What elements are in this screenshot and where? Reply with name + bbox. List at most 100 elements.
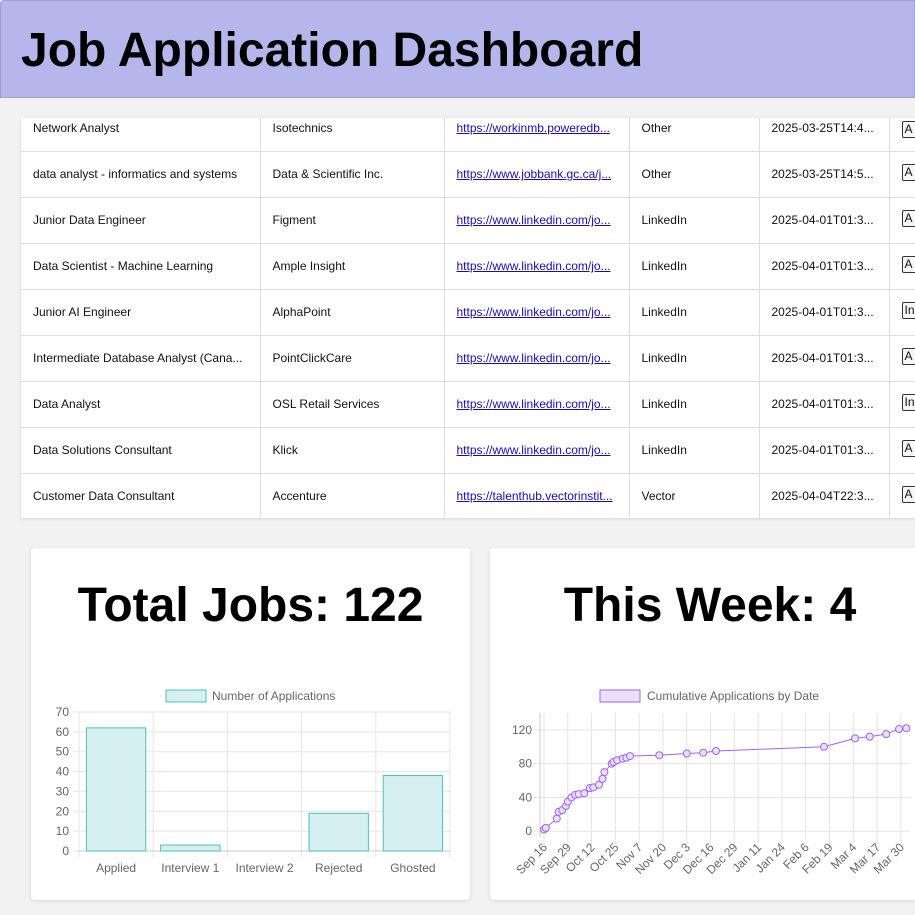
job-title-cell: Junior Data Engineer: [21, 197, 261, 244]
status-cell[interactable]: A: [889, 335, 915, 382]
bar: [308, 812, 369, 852]
dashboard-header: Job Application Dashboard: [0, 0, 915, 98]
job-link-cell[interactable]: https://www.linkedin.com/jo...: [444, 289, 630, 336]
status-cell[interactable]: A: [889, 473, 915, 518]
job-link-cell[interactable]: https://www.linkedin.com/jo...: [444, 243, 630, 290]
applications-table[interactable]: Network Analyst Isotechnics https://workin…: [21, 118, 915, 518]
cumulative-line-chart: 04080120Sep 16Sep 29Oct 12Oct 25Nov 7Nov…: [512, 689, 911, 877]
job-link-cell[interactable]: https://www.linkedin.com/jo...: [444, 197, 630, 244]
legend-label: Number of Applications: [212, 689, 335, 703]
y-tick-label: 30: [56, 784, 70, 798]
job-link[interactable]: https://www.linkedin.com/jo...: [457, 259, 611, 273]
status-cell[interactable]: In: [889, 381, 915, 428]
legend-swatch: [165, 689, 207, 703]
job-source-cell: LinkedIn: [629, 335, 760, 382]
job-source-cell: LinkedIn: [629, 289, 760, 336]
job-link[interactable]: https://www.linkedin.com/jo...: [457, 443, 611, 457]
job-link-cell[interactable]: https://www.linkedin.com/jo...: [444, 335, 630, 382]
status-select[interactable]: In: [901, 302, 915, 319]
job-link[interactable]: https://www.linkedin.com/jo...: [457, 397, 611, 411]
y-tick-label: 0: [62, 844, 69, 858]
y-tick-label: 20: [56, 804, 70, 818]
job-date-cell: 2025-03-25T14:5...: [759, 151, 890, 198]
status-select[interactable]: A: [901, 210, 915, 227]
status-select[interactable]: A: [901, 256, 915, 273]
page-title: Job Application Dashboard: [21, 24, 644, 77]
status-cell[interactable]: In: [889, 289, 915, 336]
data-point: [851, 734, 860, 743]
job-link-cell[interactable]: https://www.linkedin.com/jo...: [444, 427, 630, 474]
status-select[interactable]: A: [901, 121, 915, 138]
data-point: [712, 747, 721, 756]
job-link[interactable]: https://www.linkedin.com/jo...: [457, 351, 611, 365]
job-link[interactable]: https://workinmb.poweredb...: [457, 121, 610, 135]
x-tick-label: Interview 2: [235, 861, 293, 875]
job-title-cell: Customer Data Consultant: [21, 473, 261, 518]
x-tick-label: Rejected: [315, 861, 362, 875]
data-point: [682, 749, 691, 758]
job-link-cell[interactable]: https://workinmb.poweredb...: [444, 118, 630, 152]
job-date-cell: 2025-04-01T01:3...: [759, 427, 890, 474]
table-row[interactable]: Data Analyst OSL Retail Services https://w…: [21, 381, 915, 428]
data-point: [865, 732, 874, 741]
table-row[interactable]: Data Solutions Consultant Klick https://ww…: [21, 427, 915, 474]
bar: [85, 727, 147, 852]
status-cell[interactable]: A: [889, 243, 915, 290]
table-row[interactable]: Junior AI Engineer AlphaPoint https://www.…: [21, 289, 915, 336]
job-title-cell: Network Analyst: [21, 118, 261, 152]
data-point: [626, 752, 635, 761]
job-date-cell: 2025-04-01T01:3...: [759, 381, 890, 428]
job-link-cell[interactable]: https://talenthub.vectorinstit...: [444, 473, 630, 518]
y-tick-label: 60: [56, 725, 70, 739]
table-row[interactable]: Junior Data Engineer Figment https://www.l…: [21, 197, 915, 244]
job-title-cell: Data Analyst: [21, 381, 261, 428]
status-select[interactable]: A: [901, 440, 915, 457]
bar: [160, 844, 221, 852]
table-row[interactable]: data analyst - informatics and systems Da…: [21, 151, 915, 198]
y-tick-label: 120: [512, 723, 532, 737]
job-company-cell: Isotechnics: [260, 118, 445, 152]
job-company-cell: Klick: [260, 427, 445, 474]
y-tick-label: 80: [519, 757, 533, 771]
job-company-cell: Ample Insight: [260, 243, 445, 290]
job-link[interactable]: https://www.jobbank.gc.ca/j...: [457, 167, 612, 181]
status-select[interactable]: In: [901, 394, 915, 411]
status-cell[interactable]: A: [889, 197, 915, 244]
this-week-card: This Week: 4 0 40 80 120 Sep 16 Sep 29 Oct 12 O…: [490, 548, 915, 900]
job-company-cell: Accenture: [260, 473, 445, 518]
job-company-cell: PointClickCare: [260, 335, 445, 382]
table-row[interactable]: Data Scientist - Machine Learning Ample I…: [21, 243, 915, 290]
job-company-cell: Figment: [260, 197, 445, 244]
job-title-cell: Junior AI Engineer: [21, 289, 261, 336]
data-point: [699, 748, 708, 757]
job-source-cell: LinkedIn: [629, 197, 760, 244]
table-row[interactable]: Intermediate Database Analyst (Cana... Po…: [21, 335, 915, 382]
status-cell[interactable]: A: [889, 427, 915, 474]
job-link-cell[interactable]: https://www.linkedin.com/jo...: [444, 381, 630, 428]
status-cell[interactable]: A: [889, 118, 915, 152]
y-tick-label: 40: [56, 765, 70, 779]
job-link[interactable]: https://www.linkedin.com/jo...: [457, 213, 611, 227]
job-source-cell: LinkedIn: [629, 381, 760, 428]
data-point: [580, 789, 589, 798]
table-row[interactable]: Customer Data Consultant Accenture https:/…: [21, 473, 915, 518]
legend-label: Cumulative Applications by Date: [647, 689, 819, 703]
job-link[interactable]: https://www.linkedin.com/jo...: [457, 305, 611, 319]
job-link-cell[interactable]: https://www.jobbank.gc.ca/j...: [444, 151, 630, 198]
data-point: [655, 751, 664, 760]
status-select[interactable]: A: [901, 164, 915, 181]
data-point: [882, 730, 891, 739]
job-date-cell: 2025-03-25T14:4...: [759, 118, 890, 152]
status-cell[interactable]: A: [889, 151, 915, 198]
job-date-cell: 2025-04-04T22:3...: [759, 473, 890, 518]
data-point: [600, 768, 609, 777]
job-link[interactable]: https://talenthub.vectorinstit...: [457, 489, 613, 503]
table-row[interactable]: Network Analyst Isotechnics https://workin…: [21, 118, 915, 152]
y-tick-label: 70: [56, 705, 70, 719]
job-title-cell: Intermediate Database Analyst (Cana...: [21, 335, 261, 382]
job-company-cell: Data & Scientific Inc.: [260, 151, 445, 198]
y-tick-label: 0: [525, 824, 532, 838]
status-select[interactable]: A: [901, 486, 915, 504]
status-select[interactable]: A: [901, 348, 915, 365]
job-company-cell: OSL Retail Services: [260, 381, 445, 428]
